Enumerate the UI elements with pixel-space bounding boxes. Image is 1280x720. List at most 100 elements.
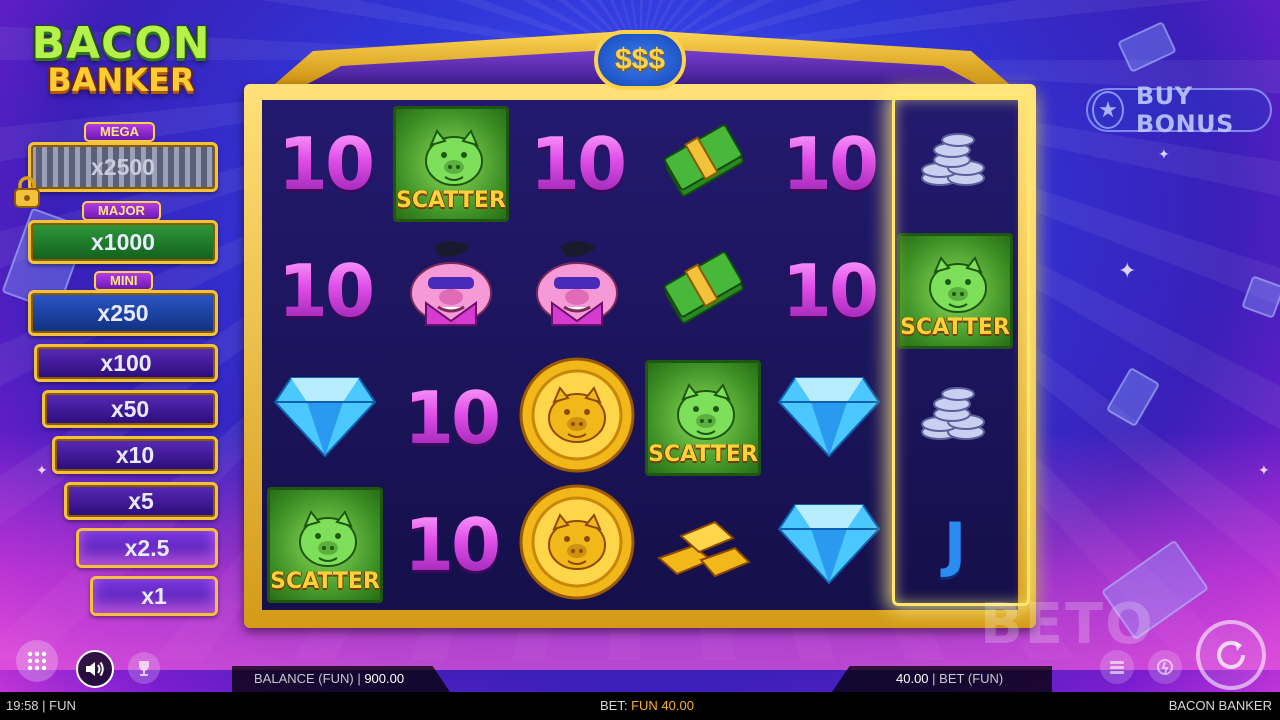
sparkle-icon: ✦ — [1118, 258, 1137, 283]
jackpot-mega-value: x2500 — [28, 142, 218, 192]
autoplay-icon — [1110, 661, 1124, 674]
watermark: BETO — [980, 592, 1155, 657]
reel-cell: SCATTER — [262, 481, 388, 608]
scatter-label: SCATTER — [396, 187, 506, 213]
menu-button[interactable] — [16, 640, 58, 682]
reel-cell: 10 — [388, 481, 514, 608]
reel-cell: SCATTER — [388, 100, 514, 227]
game-logo: BACON BANKER — [28, 22, 214, 99]
scatter-label: SCATTER — [648, 441, 758, 467]
gold-pig-coin-icon — [518, 483, 636, 606]
reel-cell — [640, 481, 766, 608]
reel-cell — [640, 100, 766, 227]
status-bar: 19:58 | FUN BET: FUN 40.00 BACON BANKER — [0, 692, 1280, 720]
bet-label: BET — [939, 671, 965, 686]
cash-stack-icon — [658, 116, 748, 211]
reel-cell — [766, 481, 892, 608]
cash-bill-icon — [1241, 275, 1280, 319]
symbol-j: J — [943, 509, 967, 580]
elvis-pig-icon — [396, 233, 506, 348]
reel-cell — [514, 227, 640, 354]
jackpot-major-value: x1000 — [28, 220, 218, 264]
balance-label: BALANCE (FUN) — [254, 671, 354, 686]
reel-cell: J — [892, 481, 1018, 608]
reel-cell: 10 — [766, 227, 892, 354]
sparkle-icon: ✦ — [1258, 462, 1270, 478]
clock-mode: 19:58 | FUN — [6, 698, 76, 713]
autoplay-button[interactable] — [1100, 650, 1134, 684]
balance-panel: BALANCE (FUN) | 900.00 — [232, 666, 450, 692]
diamond-icon — [273, 370, 377, 465]
jackpot-step: x2.5 — [76, 528, 218, 568]
jackpot-step: x100 — [34, 344, 218, 382]
grid-menu-icon — [27, 651, 47, 671]
gold-bars-icon — [653, 502, 753, 587]
turbo-icon — [1157, 659, 1173, 675]
reel-cell: 10 — [388, 354, 514, 481]
scatter-label: SCATTER — [270, 568, 380, 594]
balance-value: 900.00 — [364, 671, 405, 686]
symbol-ten: 10 — [781, 121, 879, 206]
sparkle-icon: ✦ — [36, 462, 48, 478]
speaker-icon — [86, 661, 104, 677]
status-bet: BET: FUN 40.00 — [600, 692, 694, 720]
symbol-ten: 10 — [529, 121, 627, 206]
symbol-ten: 10 — [403, 502, 501, 587]
silver-coins-icon — [910, 380, 1000, 455]
symbol-ten: 10 — [277, 121, 375, 206]
reel-cell — [640, 227, 766, 354]
diamond-icon — [777, 497, 881, 592]
cash-stack-icon — [658, 243, 748, 338]
reel-cell: SCATTER — [892, 227, 1018, 354]
buy-bonus-button[interactable]: ★ BUY BONUS — [1086, 82, 1272, 138]
turbo-button[interactable] — [1148, 650, 1182, 684]
spin-button[interactable] — [1196, 620, 1266, 690]
spin-icon — [1217, 640, 1245, 669]
trophy-button[interactable] — [128, 652, 160, 684]
symbol-ten: 10 — [277, 248, 375, 333]
reel-cell — [514, 481, 640, 608]
jackpot-mini-value: x250 — [28, 290, 218, 336]
reel-cell: 10 — [262, 227, 388, 354]
cash-bill-icon — [1117, 21, 1177, 73]
reel-grid: 10 SCATTER 10 10 10 10 SCATTER 10 SCATTER SCATTER… — [262, 100, 1018, 610]
reel-cell: SCATTER — [640, 354, 766, 481]
reel-cell — [388, 227, 514, 354]
reel-cell — [262, 354, 388, 481]
symbol-ten: 10 — [403, 375, 501, 460]
jackpot-step: x5 — [64, 482, 218, 520]
scatter-symbol: SCATTER — [897, 232, 1013, 349]
bet-currency: (FUN) — [967, 671, 1004, 686]
logo-line-2: BANKER — [47, 61, 195, 99]
reel-cell: 10 — [766, 100, 892, 227]
jackpot-major-label: MAJOR — [82, 201, 161, 221]
trophy-icon — [139, 661, 149, 676]
symbol-ten: 10 — [781, 248, 879, 333]
scatter-symbol: SCATTER — [393, 105, 509, 222]
bet-value: 40.00 — [896, 671, 929, 686]
reel-cell: 10 — [514, 100, 640, 227]
bet-panel[interactable]: 40.00 | BET (FUN) — [832, 666, 1052, 692]
dollar-badge: $$$ — [594, 30, 686, 90]
sound-button[interactable] — [76, 650, 114, 688]
reel-cell — [892, 100, 1018, 227]
reel-cell — [514, 354, 640, 481]
star-icon: ★ — [1092, 91, 1124, 129]
reel-cell: 10 — [262, 100, 388, 227]
gold-pig-coin-icon — [518, 356, 636, 479]
silver-coins-icon — [910, 126, 1000, 201]
scatter-symbol: SCATTER — [267, 486, 383, 603]
game-name: BACON BANKER — [1168, 698, 1272, 713]
elvis-pig-icon — [522, 233, 632, 348]
jackpot-step: x1 — [90, 576, 218, 616]
scatter-label: SCATTER — [900, 314, 1010, 340]
lock-icon — [14, 176, 40, 208]
jackpot-mini-label: MINI — [94, 271, 154, 291]
buy-bonus-label: BUY BONUS — [1135, 82, 1234, 138]
scatter-symbol: SCATTER — [645, 359, 761, 476]
cash-bill-icon — [1105, 366, 1161, 428]
sparkle-icon: ✦ — [1158, 146, 1170, 162]
diamond-icon — [777, 370, 881, 465]
jackpot-step: x10 — [52, 436, 218, 474]
reel-cell — [766, 354, 892, 481]
